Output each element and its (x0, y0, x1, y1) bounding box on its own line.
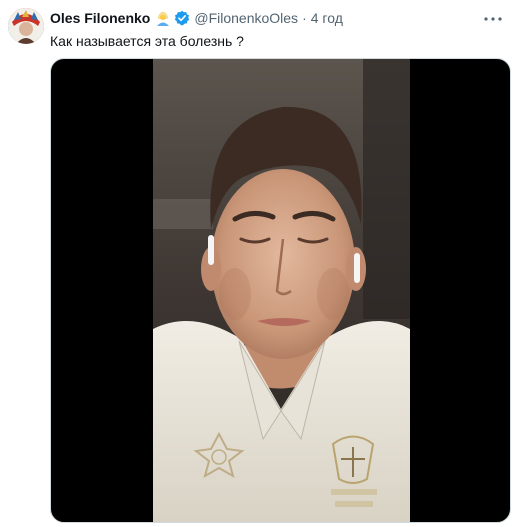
avatar-image (8, 8, 44, 44)
tweet-card: Oles Filonenko @FilonenkoOles · 4 год Ка… (0, 0, 514, 527)
separator-dot: · (302, 10, 307, 26)
author-name[interactable]: Oles Filonenko (50, 8, 150, 28)
more-options-icon[interactable] (482, 10, 504, 28)
author-avatar[interactable] (8, 8, 44, 44)
tweet-header: Oles Filonenko @FilonenkoOles · 4 год (50, 8, 343, 28)
tweet-text: Как называется эта болезнь ? (50, 33, 244, 49)
tweet-video[interactable] (50, 58, 511, 523)
tweet-timestamp[interactable]: 4 год (311, 8, 343, 28)
person-emoji-icon (155, 10, 171, 26)
author-handle[interactable]: @FilonenkoOles (194, 8, 298, 28)
video-still-image (153, 59, 410, 522)
video-frame (153, 59, 410, 522)
verified-badge-icon (174, 10, 190, 26)
